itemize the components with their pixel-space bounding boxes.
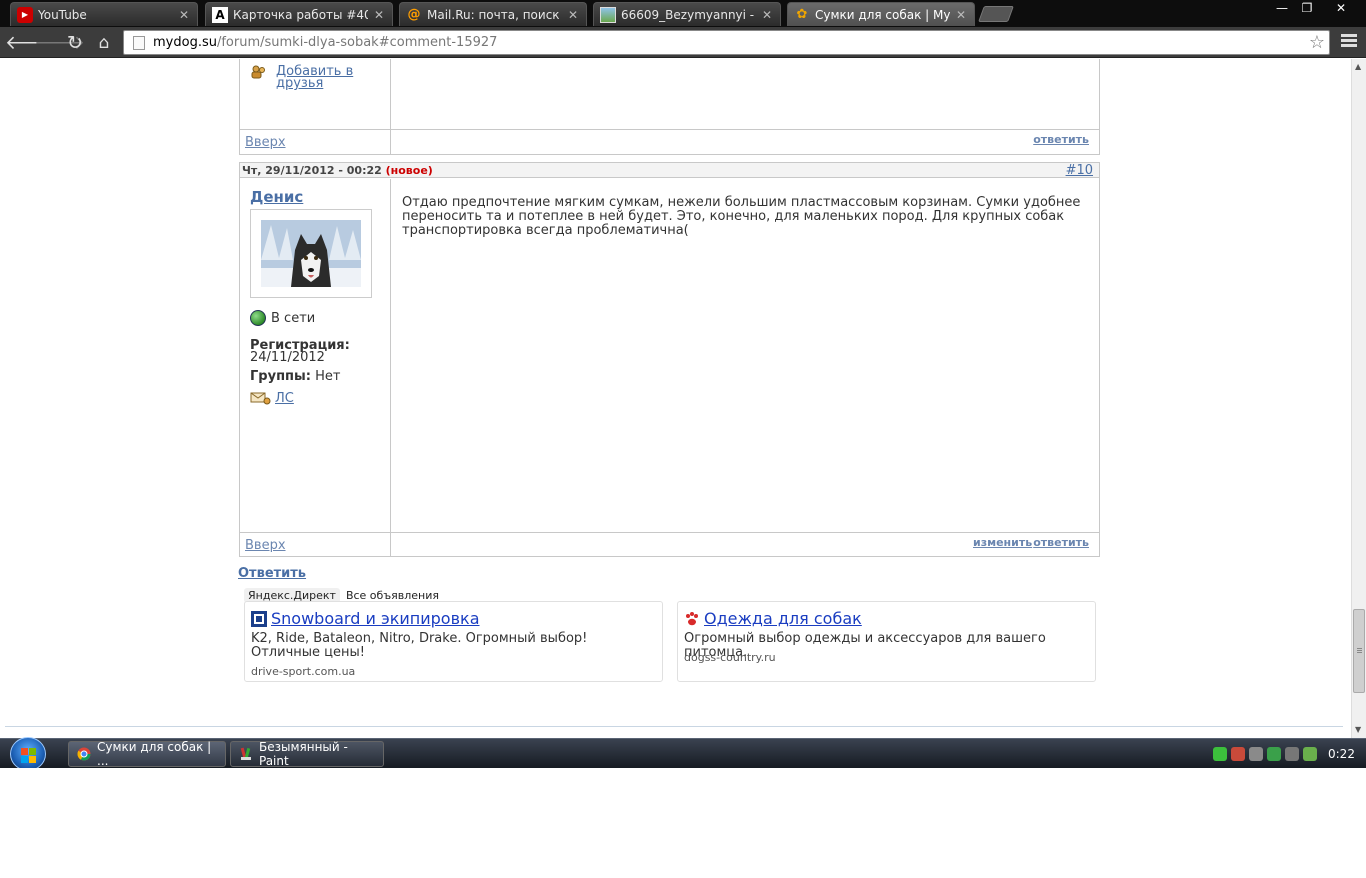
reply-link[interactable]: Ответить bbox=[238, 566, 306, 581]
mailru-icon: @ bbox=[407, 7, 421, 22]
add-friend-icon bbox=[250, 65, 266, 79]
system-tray bbox=[1213, 747, 1317, 761]
network-icon[interactable] bbox=[1249, 747, 1263, 761]
online-status: В сети bbox=[250, 310, 315, 326]
reply-comment-link[interactable]: ответить bbox=[1033, 133, 1089, 146]
volume-icon[interactable] bbox=[1231, 747, 1245, 761]
paint-icon bbox=[239, 747, 253, 761]
a-letter-icon: A bbox=[212, 6, 228, 23]
close-window-button[interactable]: ✕ bbox=[1326, 0, 1356, 18]
close-tab-icon[interactable]: ✕ bbox=[954, 8, 968, 22]
avatar[interactable] bbox=[261, 220, 361, 287]
tab-mydog[interactable]: ✿ Сумки для собак | MyDog. ✕ bbox=[787, 2, 975, 26]
tab-work-card[interactable]: A Карточка работы #40166 ✕ bbox=[205, 2, 393, 26]
ad-block: Одежда для собак Огромный выбор одежды и… bbox=[677, 601, 1096, 682]
security-shield-icon[interactable] bbox=[1213, 747, 1227, 761]
previous-comment-footer: Вверх ответить bbox=[240, 129, 1099, 154]
scroll-up-icon[interactable]: ▲ bbox=[1355, 62, 1361, 71]
tab-youtube[interactable]: ▶ YouTube ✕ bbox=[10, 2, 198, 26]
new-badge: (новое) bbox=[385, 164, 433, 177]
ad-title-link[interactable]: Snowboard и экипировка bbox=[251, 609, 480, 628]
taskbar-item-chrome[interactable]: Сумки для собак | ... bbox=[68, 740, 226, 768]
ad-favicon-icon bbox=[251, 610, 267, 627]
bookmark-star-icon[interactable]: ☆ bbox=[1309, 32, 1325, 53]
close-tab-icon[interactable]: ✕ bbox=[177, 8, 191, 22]
ad-description: K2, Ride, Bataleon, Nitro, Drake. Огромн… bbox=[251, 631, 588, 660]
minimize-button[interactable]: — bbox=[1269, 0, 1295, 18]
taskbar-item-paint[interactable]: Безымянный - Paint bbox=[230, 740, 384, 768]
paw-icon bbox=[684, 611, 700, 627]
windows-taskbar: Сумки для собак | ... Безымянный - Paint… bbox=[0, 737, 1366, 771]
comment-footer: Вверх изменить ответить bbox=[240, 532, 1099, 557]
author-panel: Денис В сети Регистрация: 24/11/2012 Гру… bbox=[240, 179, 391, 532]
avatar-frame bbox=[250, 209, 372, 298]
ad-title-link[interactable]: Одежда для собак bbox=[684, 609, 862, 628]
scroll-thumb[interactable] bbox=[1353, 609, 1365, 693]
chrome-icon bbox=[77, 747, 91, 761]
image-icon bbox=[600, 6, 616, 23]
tab-strip: ▶ YouTube ✕ A Карточка работы #40166 ✕ @… bbox=[0, 0, 1366, 27]
empty-area bbox=[0, 768, 1366, 878]
scroll-down-icon[interactable]: ▼ bbox=[1355, 725, 1361, 734]
paw-icon: ✿ bbox=[796, 7, 808, 22]
reload-icon[interactable]: ↻ bbox=[63, 31, 87, 55]
previous-comment: Добавить в друзья Вверх ответить bbox=[239, 59, 1100, 155]
ad-url[interactable]: dogss-country.ru bbox=[684, 651, 776, 664]
online-icon bbox=[250, 310, 266, 326]
connection-icon[interactable] bbox=[1285, 747, 1299, 761]
close-tab-icon[interactable]: ✕ bbox=[372, 8, 386, 22]
system-clock[interactable]: 0:22 bbox=[1328, 747, 1355, 761]
tab-image-upload[interactable]: 66609_Bezymyannyi - Зали ✕ bbox=[593, 2, 781, 26]
menu-icon[interactable] bbox=[1341, 34, 1357, 49]
close-tab-icon[interactable]: ✕ bbox=[760, 8, 774, 22]
registration-info: Регистрация: 24/11/2012 bbox=[250, 338, 350, 365]
ad-block: Snowboard и экипировка K2, Ride, Bataleo… bbox=[244, 601, 663, 682]
private-message: ЛС bbox=[250, 391, 294, 406]
reply-comment-link[interactable]: ответить bbox=[1033, 536, 1089, 549]
restore-button[interactable]: ❐ bbox=[1294, 0, 1320, 18]
comment-date: Чт, 29/11/2012 - 00:22 bbox=[242, 164, 382, 177]
tab-mailru[interactable]: @ Mail.Ru: почта, поиск в и ✕ bbox=[399, 2, 587, 26]
ad-url[interactable]: drive-sport.com.ua bbox=[251, 665, 355, 678]
screen: ▶ YouTube ✕ A Карточка работы #40166 ✕ @… bbox=[0, 0, 1366, 878]
groups-info: Группы: Нет bbox=[250, 369, 341, 384]
start-button[interactable] bbox=[10, 737, 46, 771]
browser-toolbar: 🡐 🡒 ↻ ⌂ mydog.su/forum/sumki-dlya-sobak#… bbox=[0, 27, 1366, 58]
private-message-link[interactable]: ЛС bbox=[275, 391, 294, 406]
back-icon[interactable]: 🡐 bbox=[5, 31, 56, 55]
page-icon bbox=[133, 35, 145, 50]
home-icon[interactable]: ⌂ bbox=[92, 31, 116, 55]
comment-10: Чт, 29/11/2012 - 00:22 (новое) #10 Денис bbox=[239, 162, 1100, 557]
vertical-scrollbar[interactable]: ▲ ▼ bbox=[1351, 59, 1366, 738]
comment-permalink[interactable]: #10 bbox=[1066, 163, 1093, 178]
address-bar[interactable]: mydog.su/forum/sumki-dlya-sobak#comment-… bbox=[123, 30, 1330, 55]
author-name-link[interactable]: Денис bbox=[250, 188, 303, 206]
edit-comment-link[interactable]: изменить bbox=[973, 536, 1032, 549]
private-message-icon bbox=[250, 392, 272, 406]
add-friend-link[interactable]: Добавить в друзья bbox=[276, 65, 376, 90]
page-viewport: Добавить в друзья Вверх ответить Чт, 29/… bbox=[0, 59, 1351, 738]
close-tab-icon[interactable]: ✕ bbox=[566, 8, 580, 22]
new-tab-button[interactable] bbox=[978, 6, 1014, 22]
page-footer-divider bbox=[5, 726, 1343, 727]
top-link[interactable]: Вверх bbox=[245, 135, 286, 150]
forward-icon[interactable]: 🡒 bbox=[34, 31, 85, 55]
youtube-icon: ▶ bbox=[17, 6, 33, 23]
download-icon[interactable] bbox=[1267, 747, 1281, 761]
comment-text: Отдаю предпочтение мягким сумкам, нежели… bbox=[402, 195, 1081, 238]
top-link[interactable]: Вверх bbox=[245, 538, 286, 553]
comment-header: Чт, 29/11/2012 - 00:22 (новое) #10 bbox=[240, 163, 1099, 178]
nvidia-icon[interactable] bbox=[1303, 747, 1317, 761]
